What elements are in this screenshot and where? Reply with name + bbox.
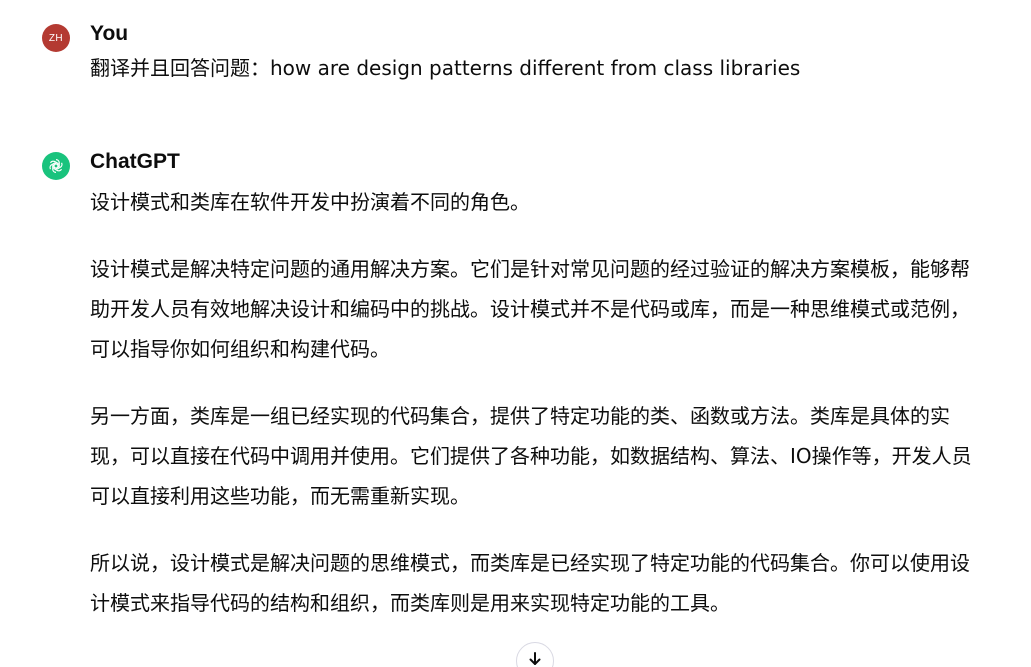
assistant-paragraph: 所以说，设计模式是解决问题的思维模式，而类库是已经实现了特定功能的代码集合。你可… bbox=[90, 551, 970, 615]
assistant-paragraph: 设计模式和类库在软件开发中扮演着不同的角色。 bbox=[90, 190, 530, 214]
assistant-author-name: ChatGPT bbox=[90, 150, 180, 173]
user-avatar-initials: ZH bbox=[48, 32, 64, 44]
arrow-down-icon bbox=[529, 652, 541, 665]
assistant-paragraph: 另一方面，类库是一组已经实现的代码集合，提供了特定功能的类、函数或方法。类库是具… bbox=[90, 404, 972, 508]
assistant-message-body: 设计模式和类库在软件开发中扮演着不同的角色。 设计模式是解决特定问题的通用解决方… bbox=[90, 182, 975, 623]
user-avatar: ZH bbox=[42, 24, 70, 52]
user-message-text: 翻译并且回答问题：how are design patterns differe… bbox=[90, 56, 801, 80]
openai-logo-icon bbox=[49, 159, 63, 173]
scroll-to-bottom-button[interactable] bbox=[516, 642, 554, 667]
assistant-paragraph: 设计模式是解决特定问题的通用解决方案。它们是针对常见问题的经过验证的解决方案模板… bbox=[90, 257, 970, 361]
user-author-name: You bbox=[90, 22, 129, 45]
assistant-avatar bbox=[42, 152, 70, 180]
